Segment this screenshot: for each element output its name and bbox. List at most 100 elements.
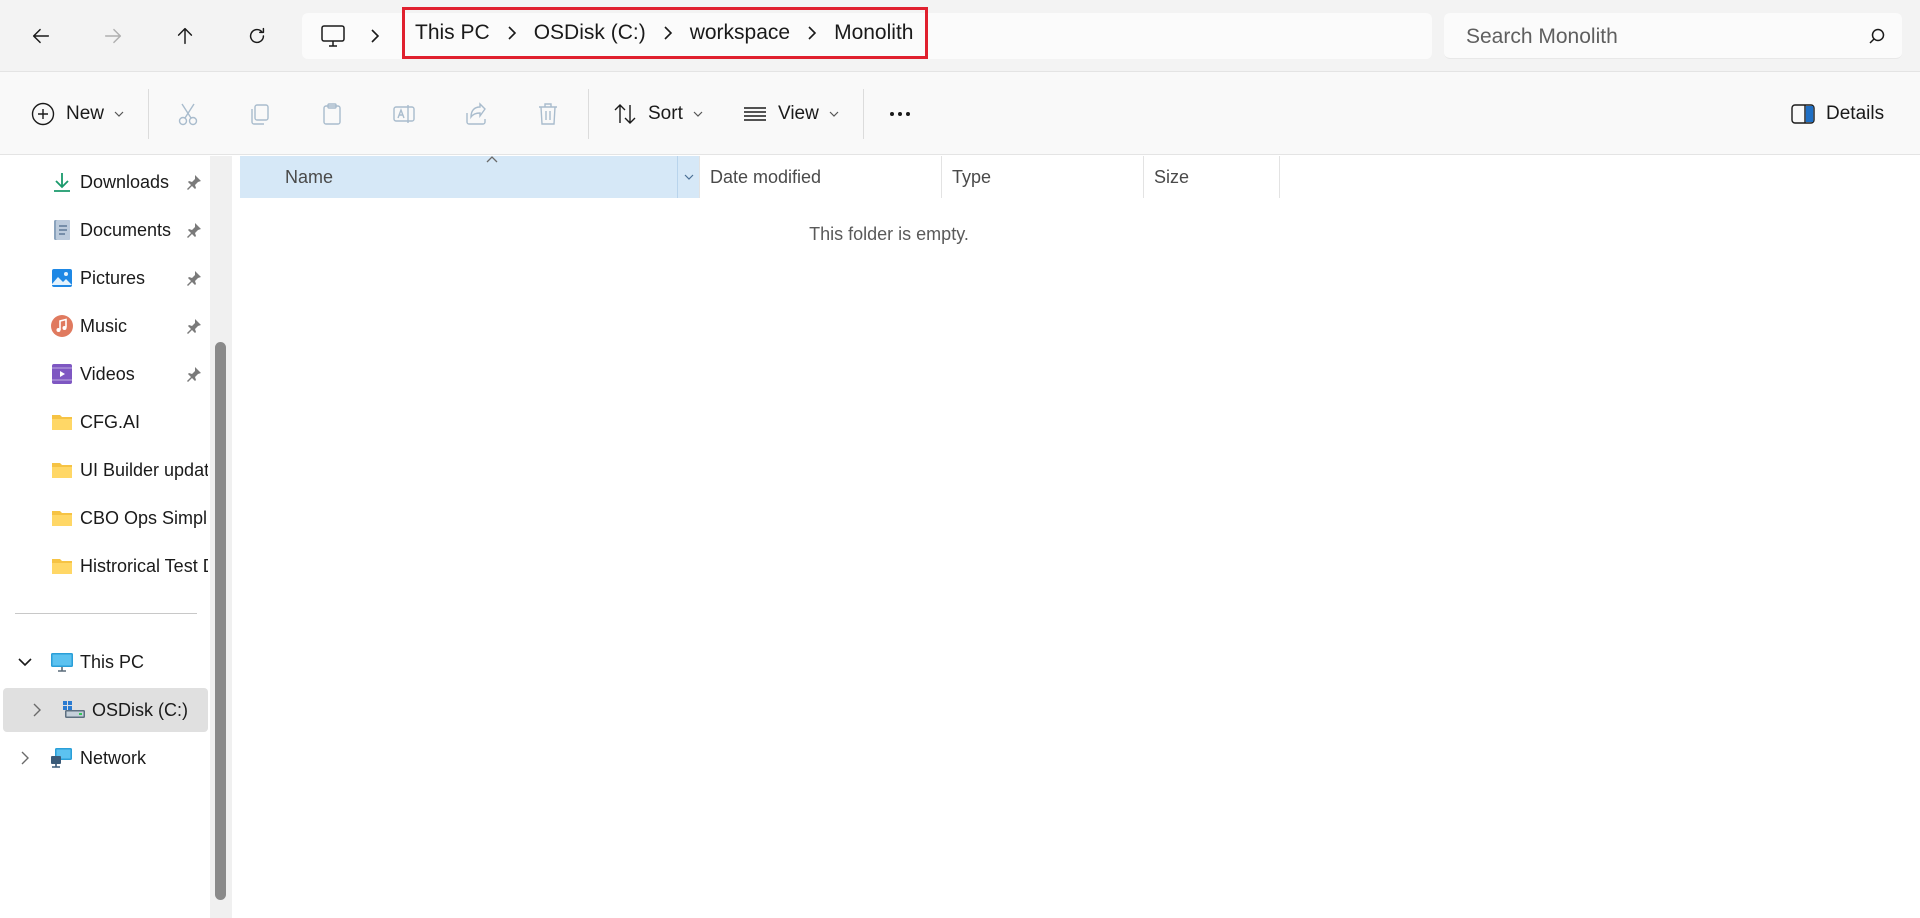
sidebar-item-videos[interactable]: Videos [0,352,208,396]
view-button[interactable]: View [742,92,839,136]
chevron-right-icon[interactable] [28,701,46,719]
sidebar-item-label: OSDisk (C:) [92,699,188,720]
chevron-down-icon [693,111,703,117]
chevron-right-icon[interactable] [368,26,382,46]
search-input[interactable]: Search Monolith [1444,13,1902,59]
breadcrumb-this-pc[interactable]: This PC [415,21,490,45]
rename-icon [393,105,415,123]
cut-button[interactable] [170,96,206,132]
refresh-icon [249,27,265,44]
monitor-icon[interactable] [320,24,346,48]
pin-icon[interactable] [186,366,202,382]
new-button[interactable]: New [30,92,124,136]
column-header-type[interactable]: Type [942,156,1144,198]
refresh-button[interactable] [237,16,277,56]
breadcrumb-workspace[interactable]: workspace [690,21,790,45]
new-label: New [66,103,105,124]
pin-icon[interactable] [186,222,202,238]
sidebar-item-label: UI Builder updat [80,459,208,480]
sidebar-item-label: CFG.AI [80,411,141,432]
search-placeholder: Search Monolith [1466,25,1618,48]
toolbar-divider [863,89,864,139]
details-pane-icon [1791,104,1815,124]
toolbar-divider [148,89,149,139]
copy-icon [251,104,269,125]
sidebar-scrollbar-thumb[interactable] [215,342,226,900]
details-label: Details [1826,103,1885,124]
paste-button[interactable] [314,96,350,132]
sidebar-item-music[interactable]: Music [0,304,208,348]
sidebar-item-label: Network [80,747,147,768]
drive-icon [63,701,85,718]
folder-icon [52,463,72,478]
rename-button[interactable] [386,96,422,132]
chevron-right-icon[interactable] [790,25,834,41]
column-name-label: Name [285,166,334,187]
chevron-down-icon [114,111,124,117]
sort-ascending-icon [486,156,498,163]
folder-icon [52,415,72,430]
pin-icon[interactable] [186,174,202,190]
breadcrumb-osdisk[interactable]: OSDisk (C:) [534,21,646,45]
arrow-left-icon [32,28,50,44]
sort-button[interactable]: Sort [612,92,703,136]
sidebar-item-documents[interactable]: Documents [0,208,208,252]
music-icon [51,315,73,337]
column-header-size[interactable]: Size [1144,156,1280,198]
sort-icon [614,104,636,124]
sidebar-item-network[interactable]: Network [0,736,208,780]
sidebar-item-pictures[interactable]: Pictures [0,256,208,300]
sidebar-item-downloads[interactable]: Downloads [0,160,208,204]
trash-icon [539,103,557,125]
column-date-label: Date modified [710,166,822,187]
arrow-up-icon [177,27,193,45]
back-button[interactable] [21,16,61,56]
column-filter-dropdown[interactable] [677,156,699,198]
copy-button[interactable] [242,96,278,132]
download-icon [54,173,70,192]
arrow-right-icon [104,28,122,44]
sidebar-item-historical-test[interactable]: Histrorical Test D [0,544,208,588]
scissors-icon [178,103,198,126]
sidebar-item-ui-builder[interactable]: UI Builder updat [0,448,208,492]
documents-icon [54,220,70,240]
column-type-label: Type [952,166,992,187]
plus-circle-icon [31,102,55,126]
file-list: Name Date modified Type Size This folder… [232,156,1920,918]
view-label: View [778,103,819,124]
chevron-right-icon[interactable] [490,25,534,41]
details-pane-button[interactable]: Details [1790,92,1884,136]
videos-icon [52,364,72,384]
chevron-down-icon [684,174,693,180]
column-header-name[interactable]: Name [240,156,700,198]
address-bar-row: This PC OSDisk (C:) workspace Monolith S… [0,0,1920,71]
sidebar-item-label: This PC [80,651,145,672]
forward-button[interactable] [93,16,133,56]
share-button[interactable] [458,96,494,132]
share-icon [466,102,486,125]
sidebar-item-cfg-ai[interactable]: CFG.AI [0,400,208,444]
navigation-pane: Downloads Documents Pictures Music Video… [0,156,212,918]
sidebar-item-cbo-ops[interactable]: CBO Ops Simpli [0,496,208,540]
chevron-right-icon[interactable] [16,749,34,767]
folder-icon [52,511,72,526]
pin-icon[interactable] [186,270,202,286]
up-button[interactable] [165,16,205,56]
chevron-down-icon[interactable] [16,653,34,671]
breadcrumb-monolith[interactable]: Monolith [834,21,913,45]
sidebar-item-osdisk[interactable]: OSDisk (C:) [3,688,208,732]
more-options-button[interactable] [882,96,918,132]
search-icon[interactable] [1868,27,1886,45]
sidebar-divider [15,613,197,614]
column-header-date-modified[interactable]: Date modified [700,156,942,198]
sort-label: Sort [648,103,683,124]
sidebar-item-this-pc[interactable]: This PC [0,640,208,684]
this-pc-icon [51,653,73,672]
clipboard-icon [323,103,341,125]
ellipsis-icon [890,112,910,116]
delete-button[interactable] [530,96,566,132]
pin-icon[interactable] [186,318,202,334]
chevron-right-icon[interactable] [646,25,690,41]
pictures-icon [52,269,72,287]
sidebar-item-label: CBO Ops Simpli [80,507,208,528]
